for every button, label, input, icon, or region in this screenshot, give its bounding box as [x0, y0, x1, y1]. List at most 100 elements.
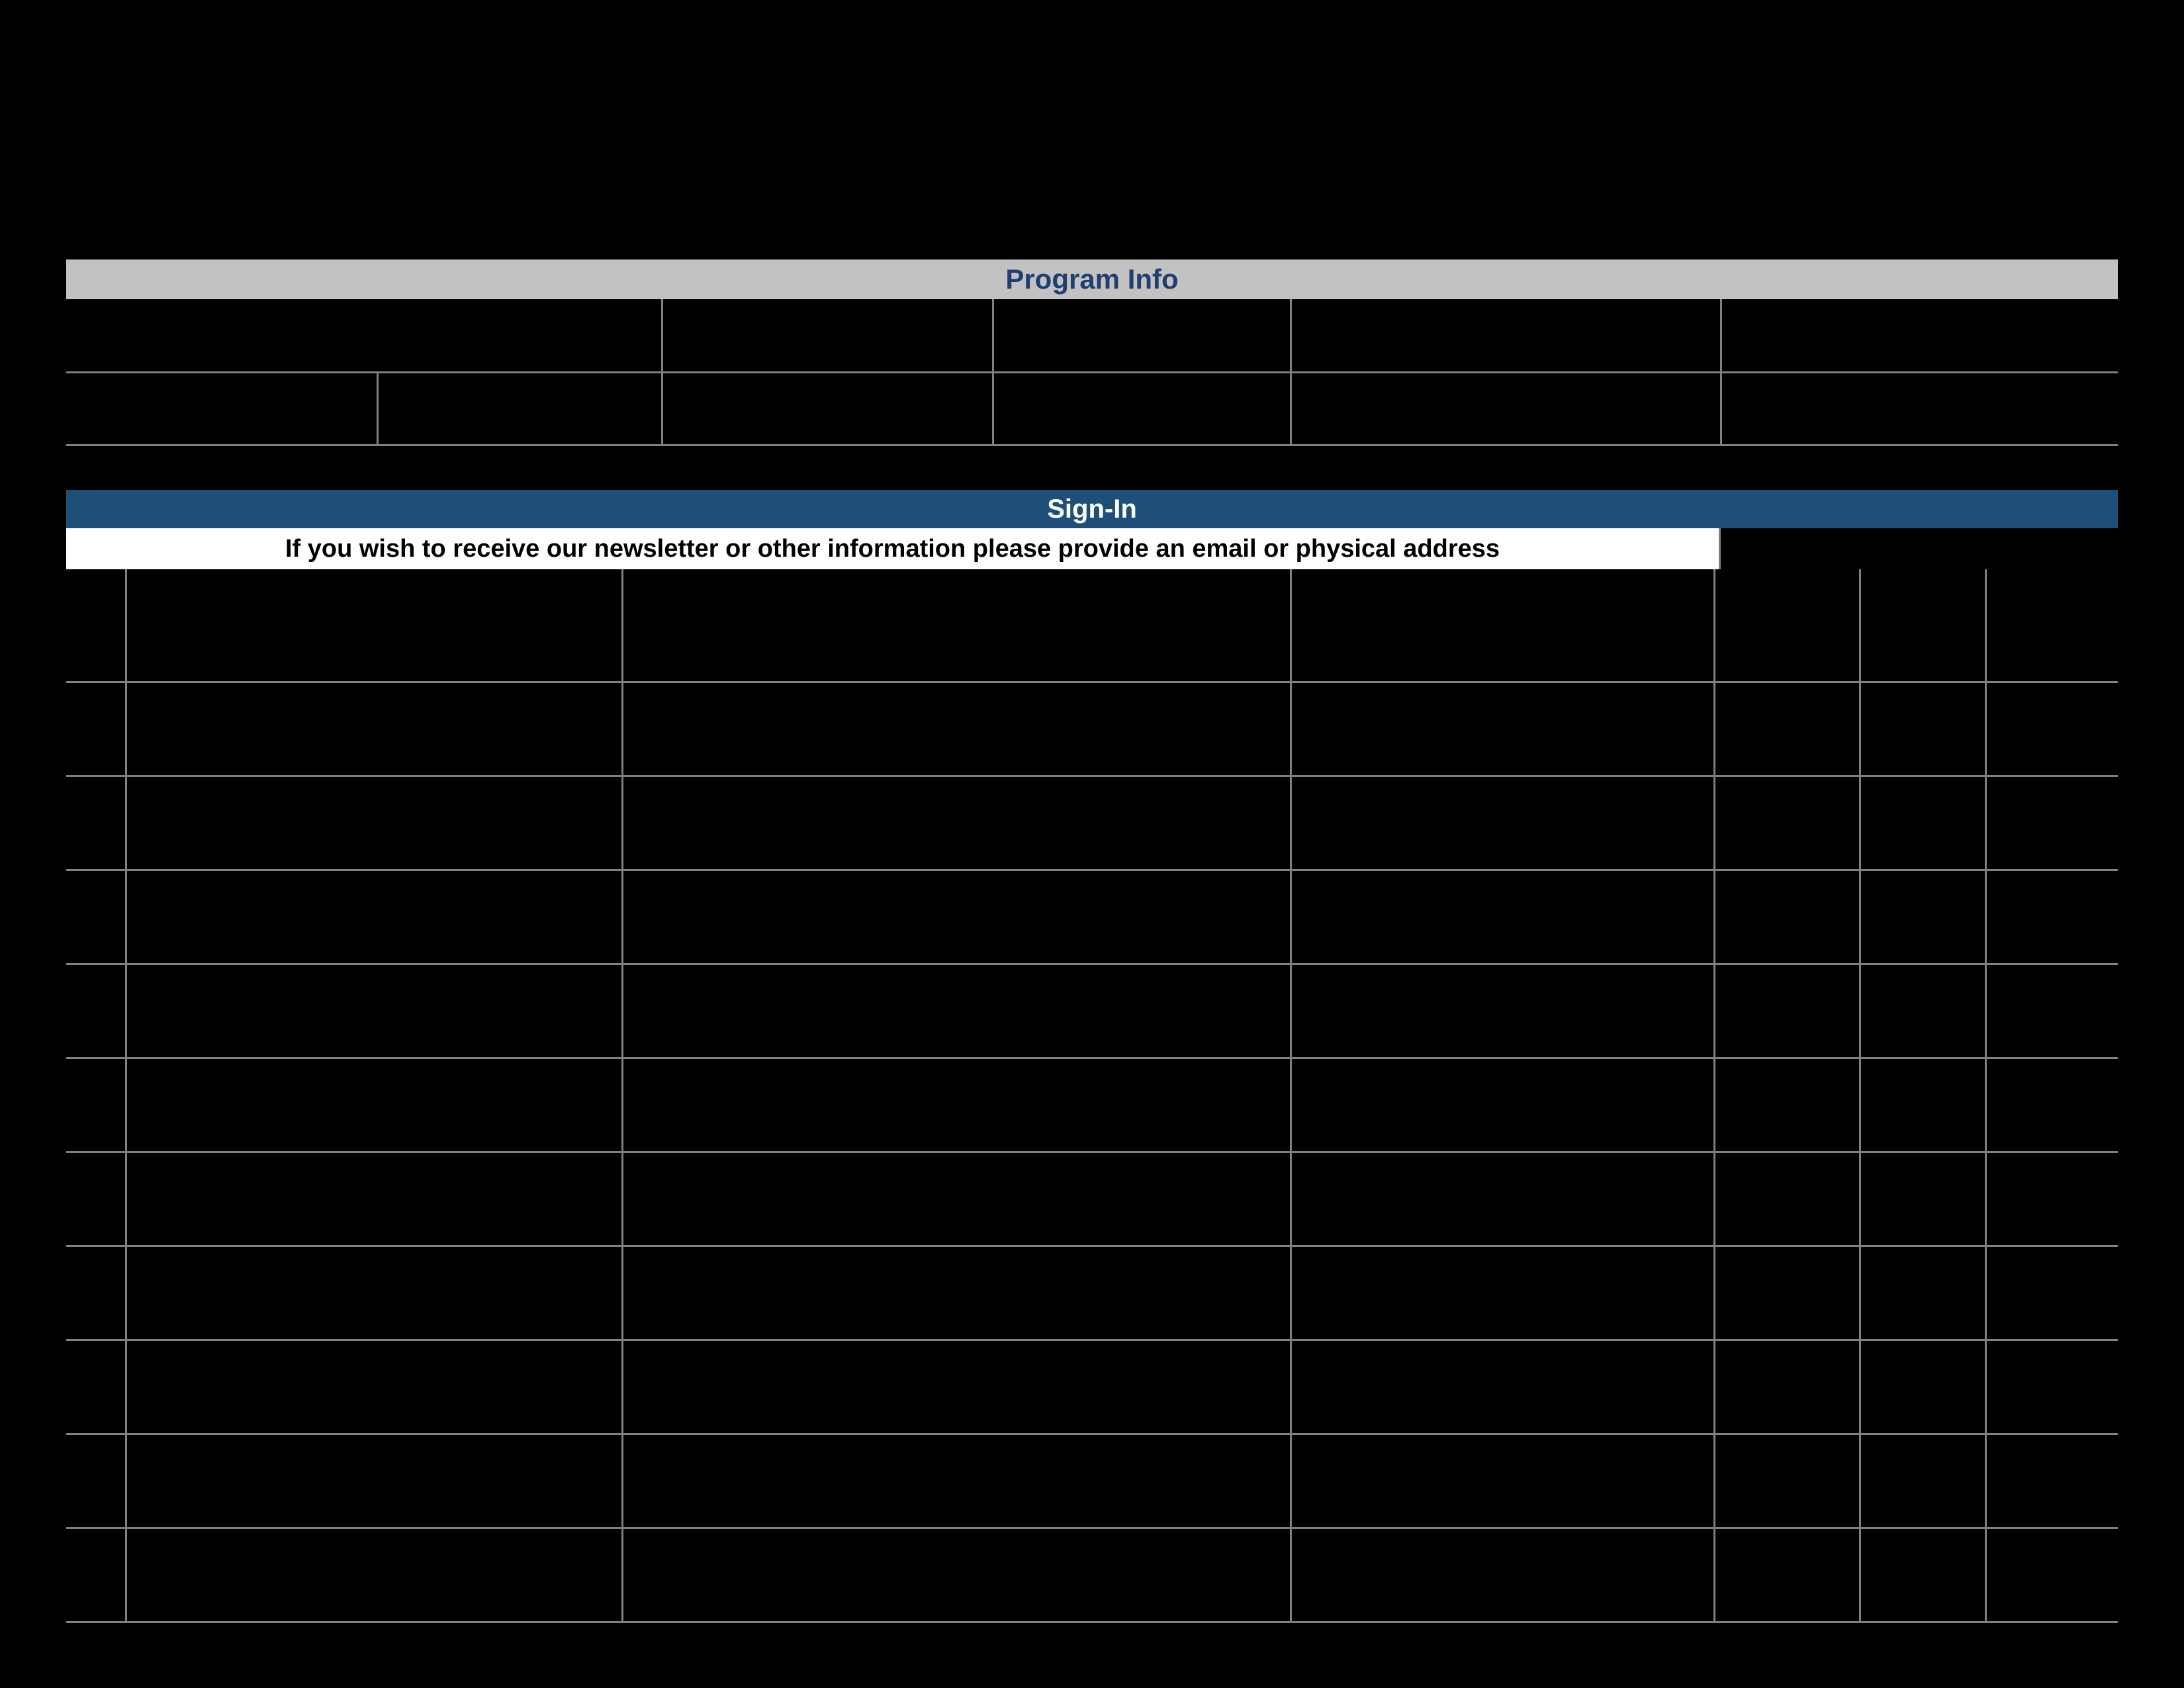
signin-row: [66, 964, 2118, 1058]
signin-cell[interactable]: [66, 964, 126, 1058]
newsletter-note-text: If you wish to receive our newsletter or…: [285, 535, 1500, 563]
signin-cell[interactable]: [126, 870, 622, 964]
signin-col-address: [622, 569, 1291, 682]
signin-cell[interactable]: [1985, 1434, 2118, 1528]
newsletter-note-cell: If you wish to receive our newsletter or…: [66, 528, 1721, 569]
program-info-cell[interactable]: [1721, 372, 2118, 445]
signin-cell[interactable]: [126, 1058, 622, 1152]
signin-cell[interactable]: [66, 776, 126, 870]
signin-cell[interactable]: [622, 964, 1291, 1058]
signin-cell[interactable]: [66, 1528, 126, 1622]
signin-cell[interactable]: [1714, 776, 1860, 870]
signin-col-check1: [1714, 569, 1860, 682]
program-info-cell[interactable]: [1291, 299, 1721, 372]
signin-cell[interactable]: [1714, 1340, 1860, 1434]
signin-cell[interactable]: [1291, 1434, 1714, 1528]
signin-cell[interactable]: [1291, 870, 1714, 964]
signin-cell[interactable]: [126, 1152, 622, 1246]
signin-col-phone: [1291, 569, 1714, 682]
signin-cell[interactable]: [66, 1434, 126, 1528]
signin-cell[interactable]: [1985, 870, 2118, 964]
signin-row: [66, 682, 2118, 776]
signin-cell[interactable]: [66, 1340, 126, 1434]
signin-cell[interactable]: [1985, 1528, 2118, 1622]
signin-cell[interactable]: [1714, 1152, 1860, 1246]
sign-in-sheet-page: Program Info Sign-In: [0, 0, 2184, 1688]
signin-cell[interactable]: [126, 682, 622, 776]
signin-cell[interactable]: [66, 682, 126, 776]
newsletter-row-trailing: [1721, 528, 2118, 569]
signin-cell[interactable]: [1860, 1152, 1985, 1246]
signin-cell[interactable]: [1985, 682, 2118, 776]
signin-cell[interactable]: [126, 1434, 622, 1528]
program-info-cell[interactable]: [377, 372, 662, 445]
signin-cell[interactable]: [126, 776, 622, 870]
signin-cell[interactable]: [1860, 870, 1985, 964]
signin-cell[interactable]: [622, 682, 1291, 776]
signin-cell[interactable]: [622, 1058, 1291, 1152]
signin-cell[interactable]: [1714, 1528, 1860, 1622]
signin-row: [66, 1340, 2118, 1434]
signin-cell[interactable]: [1714, 682, 1860, 776]
program-info-header-label: Program Info: [1005, 263, 1178, 295]
program-info-cell[interactable]: [1291, 372, 1721, 445]
signin-cell[interactable]: [1860, 1246, 1985, 1340]
signin-cell[interactable]: [1291, 1246, 1714, 1340]
signin-row: [66, 1058, 2118, 1152]
program-info-grid: [66, 299, 2118, 446]
signin-cell[interactable]: [1860, 964, 1985, 1058]
signin-row: [66, 870, 2118, 964]
signin-cell[interactable]: [1860, 1434, 1985, 1528]
signin-cell[interactable]: [622, 870, 1291, 964]
program-info-cell[interactable]: [66, 299, 377, 372]
signin-cell[interactable]: [1860, 1528, 1985, 1622]
signin-cell[interactable]: [622, 1528, 1291, 1622]
signin-cell[interactable]: [1291, 964, 1714, 1058]
program-info-cell[interactable]: [662, 372, 993, 445]
signin-cell[interactable]: [1985, 964, 2118, 1058]
signin-cell[interactable]: [1291, 1152, 1714, 1246]
program-info-cell[interactable]: [1721, 299, 2118, 372]
signin-cell[interactable]: [1714, 1434, 1860, 1528]
signin-cell[interactable]: [66, 870, 126, 964]
signin-cell[interactable]: [1860, 776, 1985, 870]
signin-cell[interactable]: [66, 1246, 126, 1340]
signin-cell[interactable]: [1860, 682, 1985, 776]
program-info-cell[interactable]: [993, 299, 1291, 372]
signin-cell[interactable]: [622, 1246, 1291, 1340]
program-info-cell[interactable]: [66, 372, 377, 445]
signin-cell[interactable]: [1291, 1528, 1714, 1622]
signin-cell[interactable]: [126, 1340, 622, 1434]
signin-cell[interactable]: [622, 1152, 1291, 1246]
signin-cell[interactable]: [1985, 1152, 2118, 1246]
program-info-cell[interactable]: [662, 299, 993, 372]
signin-cell[interactable]: [1291, 1058, 1714, 1152]
signin-cell[interactable]: [622, 776, 1291, 870]
signin-cell[interactable]: [1860, 1340, 1985, 1434]
program-info-cell[interactable]: [993, 372, 1291, 445]
signin-cell[interactable]: [66, 1058, 126, 1152]
signin-cell[interactable]: [126, 964, 622, 1058]
signin-cell[interactable]: [1291, 776, 1714, 870]
signin-row: [66, 1528, 2118, 1622]
signin-cell[interactable]: [1714, 1246, 1860, 1340]
signin-header-row: [66, 569, 2118, 682]
signin-cell[interactable]: [1985, 1340, 2118, 1434]
signin-cell[interactable]: [1985, 776, 2118, 870]
signin-row: [66, 1246, 2118, 1340]
signin-cell[interactable]: [66, 1152, 126, 1246]
signin-cell[interactable]: [1985, 1246, 2118, 1340]
signin-cell[interactable]: [126, 1246, 622, 1340]
signin-cell[interactable]: [1714, 1058, 1860, 1152]
signin-cell[interactable]: [622, 1434, 1291, 1528]
signin-cell[interactable]: [622, 1340, 1291, 1434]
program-info-header: Program Info: [66, 259, 2118, 299]
signin-cell[interactable]: [126, 1528, 622, 1622]
program-info-cell[interactable]: [377, 299, 662, 372]
signin-cell[interactable]: [1291, 1340, 1714, 1434]
signin-cell[interactable]: [1860, 1058, 1985, 1152]
signin-cell[interactable]: [1714, 964, 1860, 1058]
signin-cell[interactable]: [1291, 682, 1714, 776]
signin-cell[interactable]: [1714, 870, 1860, 964]
signin-cell[interactable]: [1985, 1058, 2118, 1152]
